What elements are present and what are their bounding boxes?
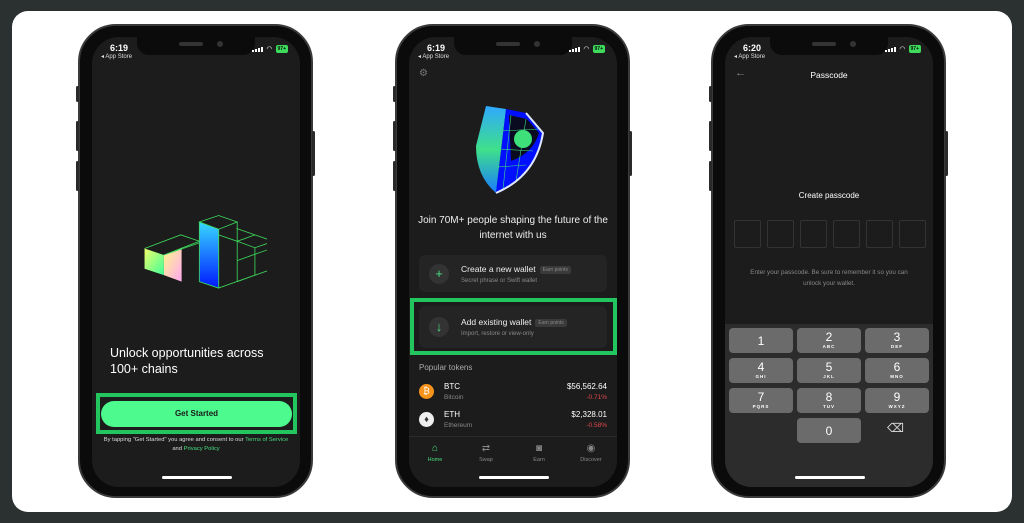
key-0[interactable]: 0 [797,418,861,443]
earn-points-badge: Earn points [535,318,567,327]
disclaimer: By tapping "Get Started" you agree and c… [103,437,289,452]
tab-swap[interactable]: ⇄ Swap [466,443,506,463]
shield-illustration [476,106,545,194]
wifi-icon: ◠ [899,45,906,53]
token-row-eth[interactable]: ♦ ETH Ethereum $2,328.01 -0.58% [409,407,617,434]
tab-home[interactable]: ⌂ Home [415,443,455,463]
passcode-digit-box [899,220,926,248]
status-icons: ◠ 97+ [569,45,605,53]
backspace-icon[interactable]: ⌫ [887,421,904,435]
home-indicator [795,476,865,479]
battery-icon: 97+ [275,45,288,53]
wifi-icon: ◠ [583,45,590,53]
bitcoin-icon: ₿ [419,384,434,399]
home-indicator [162,476,232,479]
phone-home: 6:19 ◂ App Store ◠ 97+ ⚙ Join 70M+ people… [393,24,632,498]
screen: 6:19 ◂ App Store ◠ 97+ ⚙ Join 70M+ people… [409,37,617,487]
headline: Unlock opportunities across 100+ chains [110,346,264,376]
signal-icon [885,46,897,52]
passcode-digit-box [833,220,860,248]
create-wallet-card[interactable]: + Create a new wallet Earn points Secret … [419,255,607,292]
passcode-digit-box [767,220,794,248]
signal-icon [252,46,264,52]
page-title: Passcode [810,70,848,80]
ethereum-icon: ♦ [419,412,434,427]
passcode-digit-box [800,220,827,248]
plus-icon: + [429,264,449,284]
create-passcode-label: Create passcode [798,191,860,200]
phone-passcode: 6:20 ◂ App Store ◠ 97+ ← Passcode Create … [709,24,948,498]
get-started-button[interactable]: Get Started [101,401,292,427]
passcode-digit-box [734,220,761,248]
back-to-app-store[interactable]: ◂ App Store [418,53,449,60]
screen: 6:19 ◂ App Store ◠ 97+ Unlock opportuniti… [92,37,300,487]
status-time: 6:19 [427,43,446,53]
download-arrow-icon: ↓ [429,317,449,337]
headline: Join 70M+ people shaping the future of t… [418,215,608,241]
battery-icon: 97+ [908,45,921,53]
status-icons: ◠ 97+ [885,45,921,53]
screen: 6:20 ◂ App Store ◠ 97+ ← Passcode Create … [725,37,933,487]
signal-icon [569,46,581,52]
status-time: 6:20 [743,43,762,53]
back-to-app-store[interactable]: ◂ App Store [734,53,765,60]
home-indicator [479,476,549,479]
passcode-hint: Enter your passcode. Be sure to remember… [750,269,908,287]
popular-tokens-label: Popular tokens [419,363,473,372]
home-icon: ⌂ [431,443,439,454]
privacy-link[interactable]: Privacy Policy [184,446,220,452]
tab-earn[interactable]: ◙ Earn [519,443,559,463]
swap-icon: ⇄ [481,443,491,454]
battery-icon: 97+ [592,45,605,53]
status-time: 6:19 [110,43,129,53]
key-9[interactable]: 9 WXYZ [865,388,929,413]
tab-bar: ⌂ Home ⇄ Swap ◙ Earn ◉ Discover [409,436,617,487]
discover-icon: ◉ [586,443,596,454]
key-1[interactable]: 1 [729,328,793,353]
back-to-app-store[interactable]: ◂ App Store [101,53,132,60]
token-row-btc[interactable]: ₿ BTC Bitcoin $56,562.64 -0.71% [409,379,617,406]
passcode-digit-box [866,220,893,248]
gear-icon[interactable]: ⚙ [419,68,428,79]
add-existing-wallet-card[interactable]: ↓ Add existing wallet Earn points Import,… [419,306,607,348]
status-icons: ◠ 97+ [252,45,288,53]
earn-points-badge: Earn points [539,265,571,274]
tab-discover[interactable]: ◉ Discover [571,443,611,463]
key-4[interactable]: 4 GHI [729,358,793,383]
key-3[interactable]: 3 DEF [865,328,929,353]
wifi-icon: ◠ [266,45,273,53]
chains-illustration [144,215,267,289]
key-5[interactable]: 5 JKL [797,358,861,383]
key-8[interactable]: 8 TUV [797,388,861,413]
terms-link[interactable]: Terms of Service [245,437,288,443]
key-6[interactable]: 6 MNO [865,358,929,383]
phone-welcome: 6:19 ◂ App Store ◠ 97+ Unlock opportuniti… [76,24,315,498]
key-2[interactable]: 2 ABC [797,328,861,353]
key-7[interactable]: 7 PQRS [729,388,793,413]
earn-icon: ◙ [535,443,543,454]
